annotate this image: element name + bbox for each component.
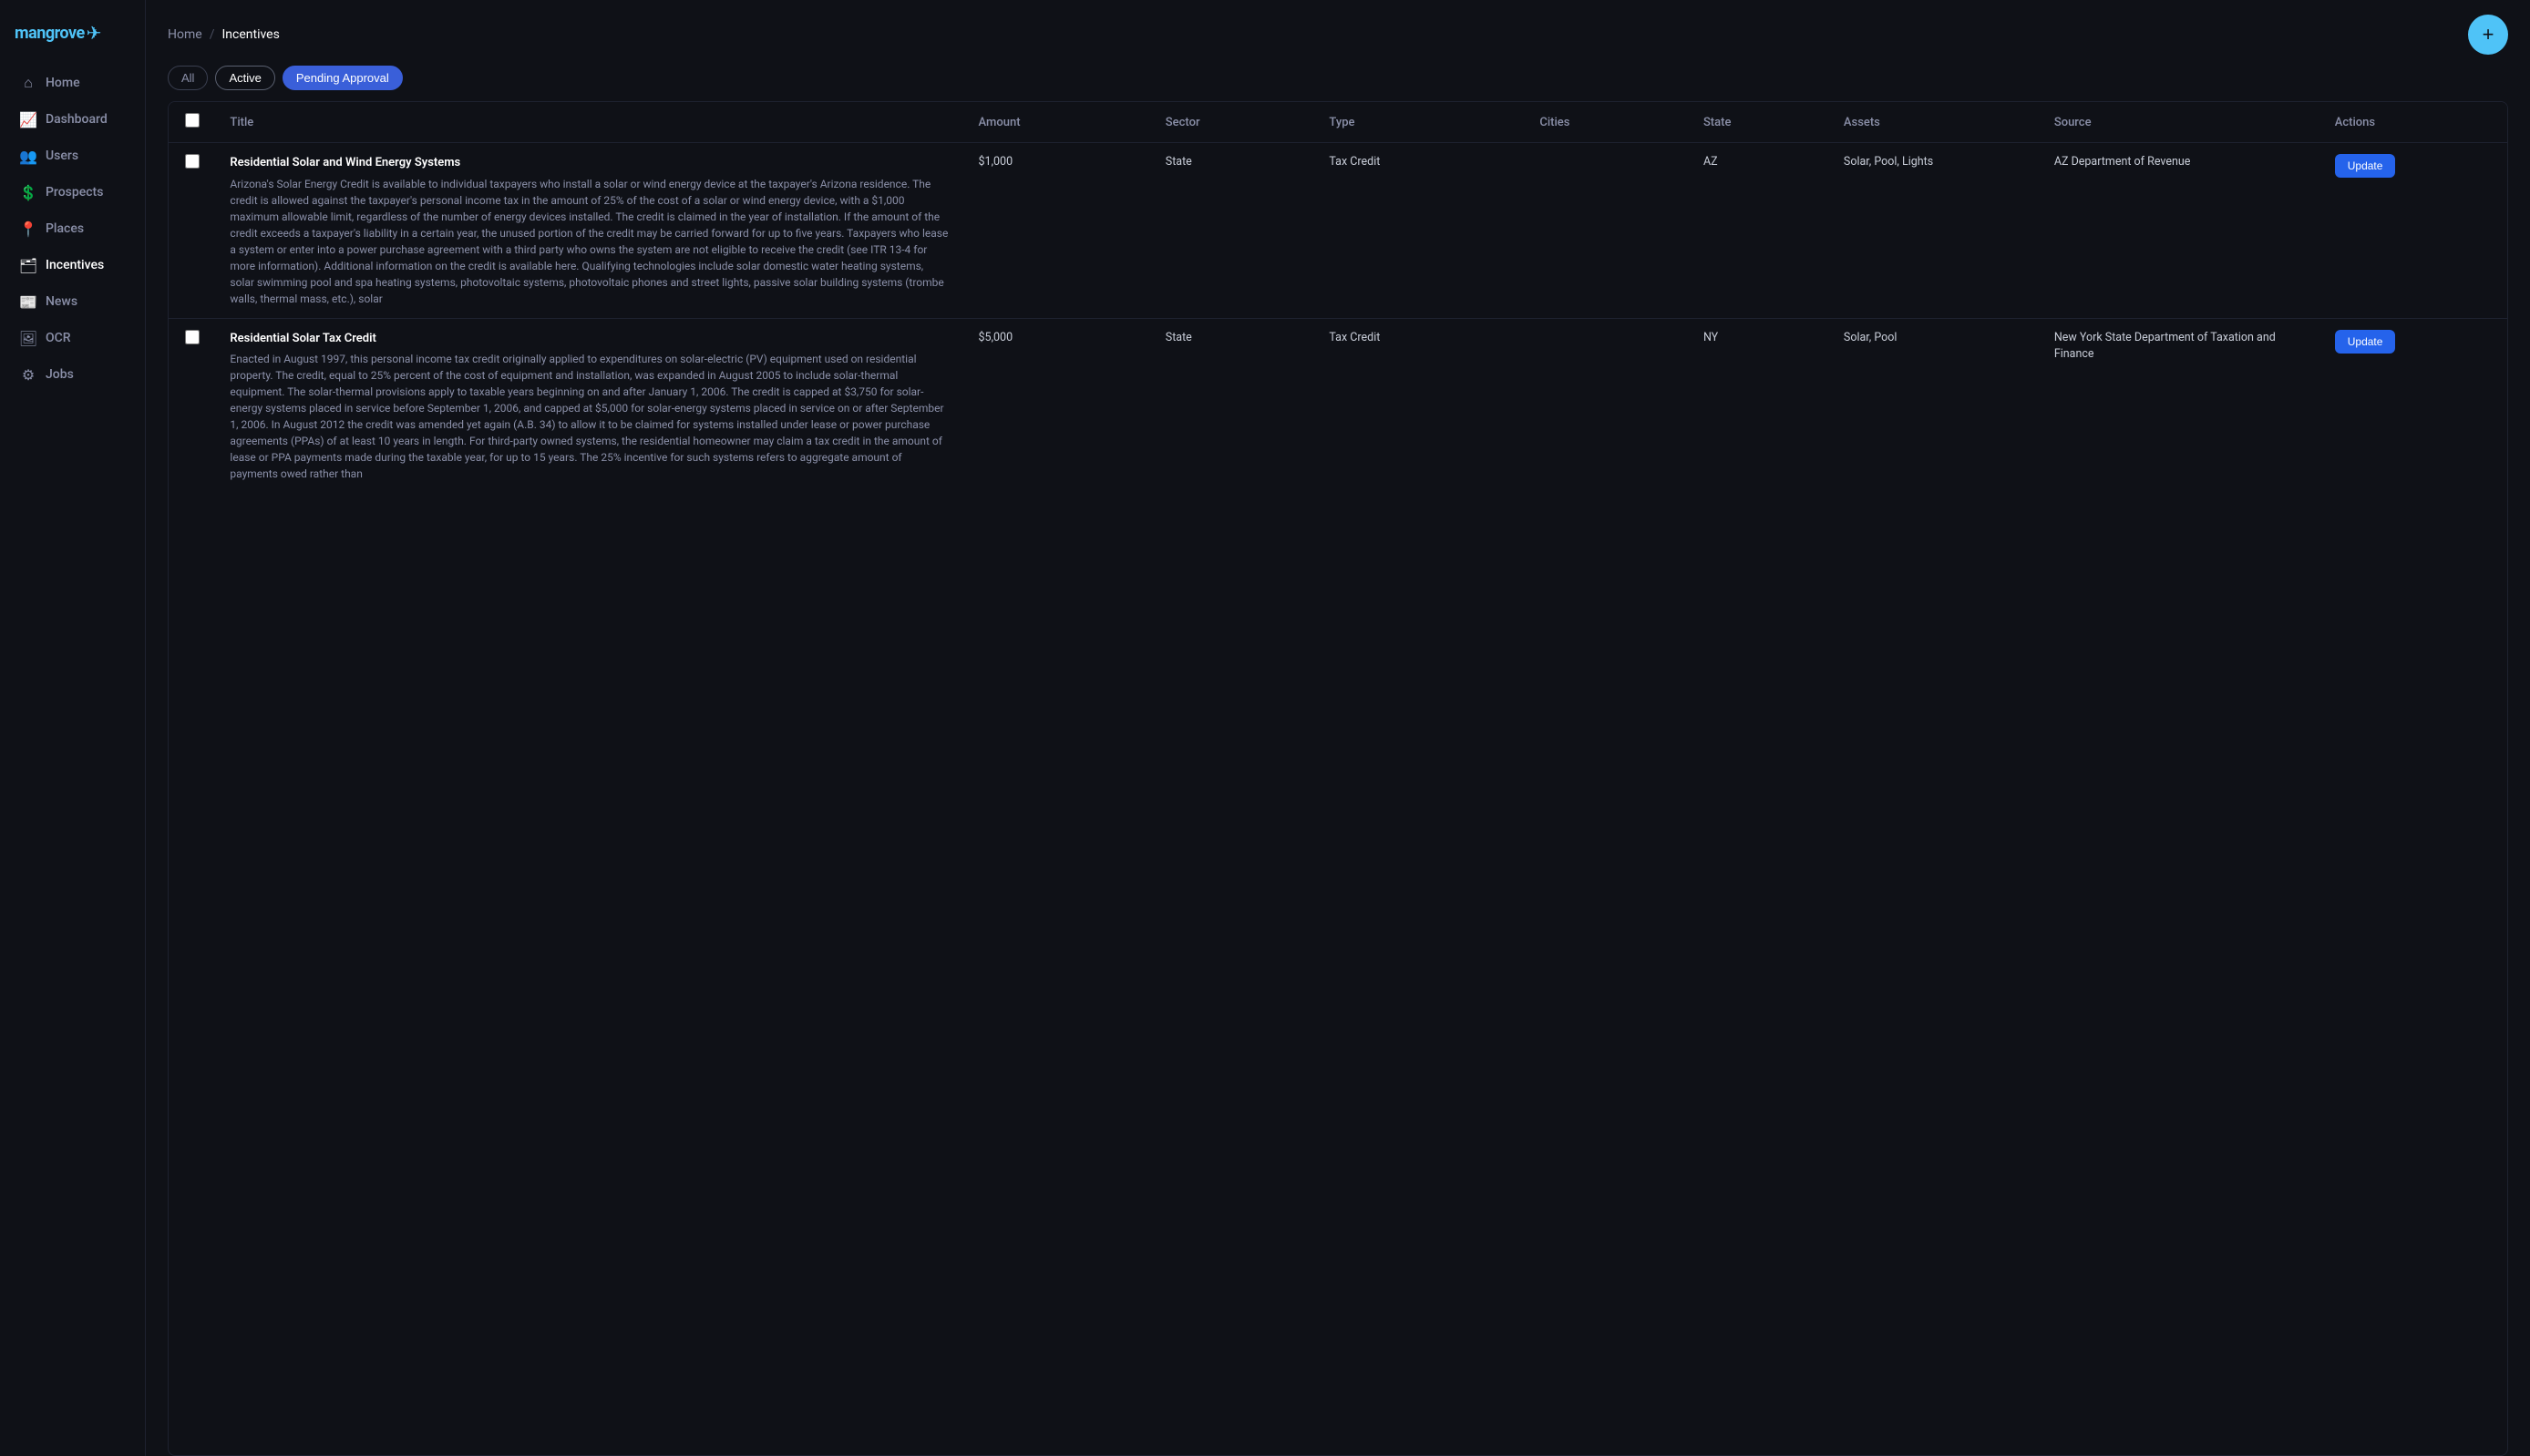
row-checkbox-col	[169, 143, 215, 319]
home-icon: ⌂	[20, 75, 36, 91]
sidebar-label-home: Home	[46, 76, 80, 90]
table-row: Residential Solar Tax Credit Enacted in …	[169, 318, 2507, 493]
sidebar-item-prospects[interactable]: 💲 Prospects	[5, 175, 139, 210]
sidebar-item-dashboard[interactable]: 📈 Dashboard	[5, 102, 139, 137]
row-checkbox-0[interactable]	[185, 154, 200, 169]
sidebar-item-jobs[interactable]: ⚙ Jobs	[5, 357, 139, 392]
row-source: AZ Department of Revenue	[2040, 143, 2320, 319]
header-checkbox-col	[169, 102, 215, 143]
row-actions: Update	[2320, 143, 2507, 319]
add-button[interactable]: +	[2468, 15, 2508, 55]
logo-text: mangrove	[15, 24, 85, 43]
row-checkbox-1[interactable]	[185, 330, 200, 344]
row-sector: State	[1151, 318, 1315, 493]
row-sector: State	[1151, 143, 1315, 319]
row-actions: Update	[2320, 318, 2507, 493]
main-content: Home / Incentives + All Active Pending A…	[146, 0, 2530, 1456]
row-checkbox-col	[169, 318, 215, 493]
breadcrumb-home[interactable]: Home	[168, 27, 202, 42]
incentives-icon: 🗂	[20, 257, 36, 273]
sidebar-label-dashboard: Dashboard	[46, 112, 108, 127]
breadcrumb-separator: /	[210, 27, 215, 42]
row-title-col: Residential Solar Tax Credit Enacted in …	[215, 318, 963, 493]
dashboard-icon: 📈	[20, 111, 36, 128]
filter-active[interactable]: Active	[215, 66, 274, 90]
header-sector: Sector	[1151, 102, 1315, 143]
row-amount: $5,000	[964, 318, 1151, 493]
row-title: Residential Solar and Wind Energy System…	[230, 154, 949, 172]
row-type: Tax Credit	[1314, 143, 1525, 319]
row-amount: $1,000	[964, 143, 1151, 319]
incentives-table-container: Title Amount Sector Type Cities State As…	[168, 101, 2508, 1456]
sidebar-item-places[interactable]: 📍 Places	[5, 211, 139, 246]
breadcrumb: Home / Incentives	[168, 27, 280, 42]
ocr-icon: 🖼	[20, 330, 36, 346]
header: Home / Incentives +	[146, 0, 2530, 66]
row-title-col: Residential Solar and Wind Energy System…	[215, 143, 963, 319]
table-body: Residential Solar and Wind Energy System…	[169, 143, 2507, 494]
row-assets: Solar, Pool	[1829, 318, 2040, 493]
row-title: Residential Solar Tax Credit	[230, 330, 949, 348]
news-icon: 📰	[20, 293, 36, 310]
places-icon: 📍	[20, 220, 36, 237]
users-icon: 👥	[20, 148, 36, 164]
filter-all[interactable]: All	[168, 66, 208, 90]
row-cities	[1525, 318, 1689, 493]
sidebar-label-prospects: Prospects	[46, 185, 103, 200]
header-title: Title	[215, 102, 963, 143]
sidebar-item-incentives[interactable]: 🗂 Incentives	[5, 248, 139, 282]
row-description: Arizona's Solar Energy Credit is availab…	[230, 176, 949, 307]
row-state: AZ	[1689, 143, 1829, 319]
logo: mangrove✈	[0, 15, 145, 66]
breadcrumb-current: Incentives	[221, 27, 279, 42]
header-state: State	[1689, 102, 1829, 143]
header-amount: Amount	[964, 102, 1151, 143]
header-type: Type	[1314, 102, 1525, 143]
sidebar-item-ocr[interactable]: 🖼 OCR	[5, 321, 139, 355]
update-button[interactable]: Update	[2335, 154, 2396, 178]
sidebar-nav: ⌂ Home 📈 Dashboard 👥 Users 💲 Prospects 📍…	[0, 66, 145, 392]
header-source: Source	[2040, 102, 2320, 143]
filter-bar: All Active Pending Approval	[146, 66, 2530, 101]
sidebar-item-users[interactable]: 👥 Users	[5, 138, 139, 173]
row-cities	[1525, 143, 1689, 319]
header-assets: Assets	[1829, 102, 2040, 143]
sidebar-label-incentives: Incentives	[46, 258, 104, 272]
logo-icon: ✈	[87, 22, 102, 44]
sidebar-item-home[interactable]: ⌂ Home	[5, 66, 139, 100]
filter-pending[interactable]: Pending Approval	[283, 66, 403, 90]
prospects-icon: 💲	[20, 184, 36, 200]
table-row: Residential Solar and Wind Energy System…	[169, 143, 2507, 319]
sidebar-label-places: Places	[46, 221, 84, 236]
sidebar-label-news: News	[46, 294, 77, 309]
sidebar: mangrove✈ ⌂ Home 📈 Dashboard 👥 Users 💲 P…	[0, 0, 146, 1456]
incentives-table: Title Amount Sector Type Cities State As…	[169, 102, 2507, 493]
sidebar-item-news[interactable]: 📰 News	[5, 284, 139, 319]
row-description: Enacted in August 1997, this personal in…	[230, 351, 949, 482]
row-state: NY	[1689, 318, 1829, 493]
select-all-checkbox[interactable]	[185, 113, 200, 128]
header-cities: Cities	[1525, 102, 1689, 143]
update-button[interactable]: Update	[2335, 330, 2396, 354]
sidebar-label-jobs: Jobs	[46, 367, 74, 382]
header-actions: Actions	[2320, 102, 2507, 143]
row-type: Tax Credit	[1314, 318, 1525, 493]
table-header: Title Amount Sector Type Cities State As…	[169, 102, 2507, 143]
jobs-icon: ⚙	[20, 366, 36, 383]
sidebar-label-users: Users	[46, 149, 78, 163]
row-assets: Solar, Pool, Lights	[1829, 143, 2040, 319]
sidebar-label-ocr: OCR	[46, 331, 71, 345]
row-source: New York State Department of Taxation an…	[2040, 318, 2320, 493]
